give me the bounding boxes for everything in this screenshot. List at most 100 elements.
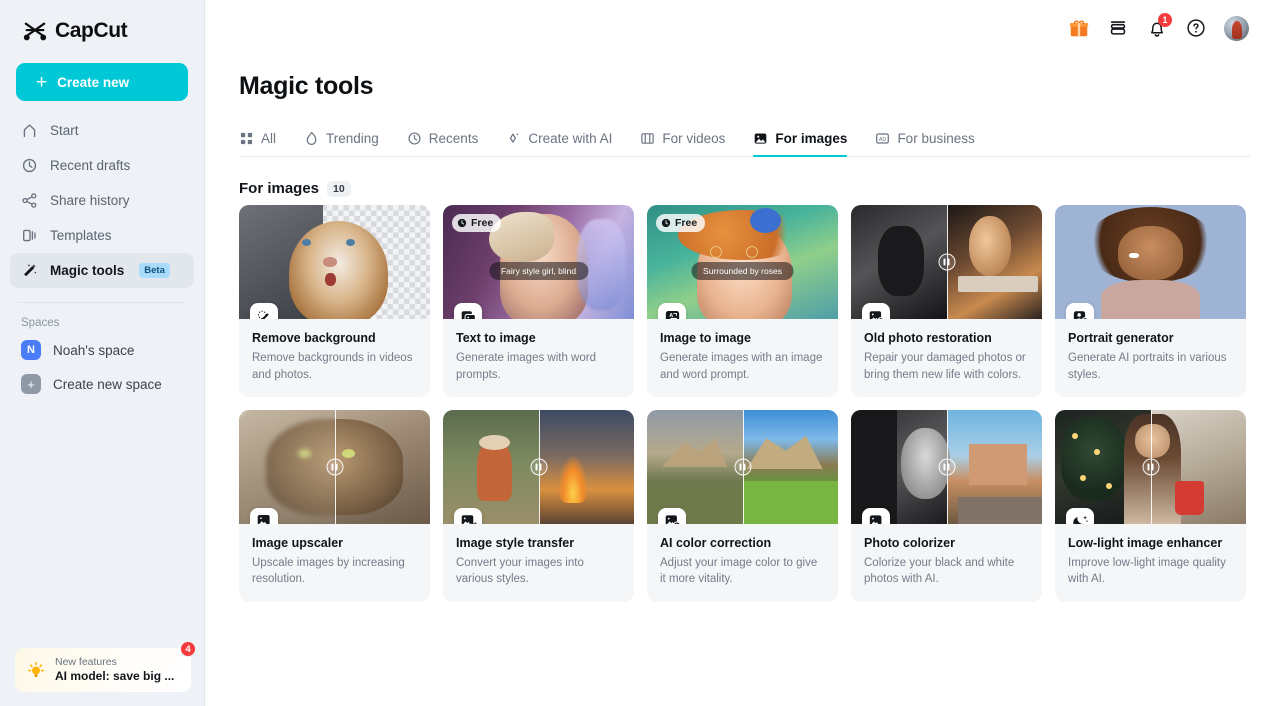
tab-label: For images [775, 131, 848, 146]
tool-card-ai-color-correction[interactable]: AI color correction Adjust your image co… [647, 409, 838, 602]
promo-card[interactable]: New features AI model: save big ... 4 [15, 641, 196, 692]
help-circle-icon[interactable] [1185, 17, 1207, 39]
card-thumbnail [647, 409, 838, 524]
home-icon [23, 124, 36, 138]
tool-card-image-upscaler[interactable]: 4K Image upscaler Upscale images by incr… [239, 409, 430, 602]
tab-recents[interactable]: Recents [393, 131, 493, 156]
card-body: Remove background Remove backgrounds in … [239, 319, 430, 397]
tab-bar: All Trending Recents Create with AI For … [239, 121, 1250, 157]
card-description: Remove backgrounds in videos and photos. [252, 352, 413, 381]
scene-surface [957, 275, 1039, 292]
prompt-pill: Fairy style girl, blind [488, 262, 589, 281]
card-description: Convert your images into various styles. [456, 557, 584, 586]
flame-icon [306, 131, 317, 146]
beta-badge: Beta [139, 263, 170, 278]
section-header: For images 10 [239, 180, 1280, 197]
sidebar-item-label: Recent drafts [50, 158, 131, 173]
sidebar-item-templates[interactable]: Templates [10, 218, 194, 253]
scene-hat [479, 434, 510, 450]
portrait-icon [1073, 310, 1089, 319]
sidebar-item-recent-drafts[interactable]: Recent drafts [10, 148, 194, 183]
comparison-slider-handle[interactable] [734, 458, 751, 476]
card-description: Colorize your black and white photos wit… [864, 557, 1015, 586]
create-new-button[interactable]: + Create new [16, 63, 188, 101]
tool-card-low-light-image-enhancer[interactable]: Low-light image enhancer Improve low-lig… [1055, 409, 1246, 602]
tool-card-remove-background[interactable]: Remove background Remove backgrounds in … [239, 205, 430, 397]
card-body: Low-light image enhancer Improve low-lig… [1055, 524, 1246, 602]
card-body: Image upscaler Upscale images by increas… [239, 524, 430, 602]
tool-card-text-to-image[interactable]: Free Fairy style girl, blind Text to ima… [443, 205, 634, 397]
tool-icon-badge: 4K [250, 507, 278, 524]
page-title: Magic tools [239, 72, 374, 100]
sidebar-item-start[interactable]: Start [10, 113, 194, 148]
create-new-label: Create new [57, 74, 130, 90]
card-body: Portrait generator Generate AI portraits… [1055, 319, 1246, 397]
section-count-badge: 10 [327, 180, 351, 197]
tab-for-images[interactable]: For images [739, 131, 861, 157]
sidebar-item-label: Magic tools [50, 263, 125, 278]
magic-wand-badge-icon [257, 310, 269, 319]
card-title: AI color correction [660, 535, 772, 550]
space-avatar: N [21, 340, 41, 360]
card-description: Generate AI portraits in various styles. [1068, 352, 1227, 381]
comparison-slider-handle[interactable] [1142, 458, 1159, 476]
comparison-slider-handle[interactable] [938, 253, 955, 271]
capcut-logo-icon [23, 22, 47, 41]
tab-for-business[interactable]: AD For business [861, 131, 988, 156]
card-thumbnail [1055, 409, 1246, 524]
tab-trending[interactable]: Trending [290, 131, 393, 156]
prompt-pill: Surrounded by roses [691, 262, 794, 281]
bell-icon-wrapper[interactable]: 1 [1146, 13, 1172, 39]
brand-logo[interactable]: CapCut [0, 0, 204, 43]
tool-card-portrait-generator[interactable]: Portrait generator Generate AI portraits… [1055, 205, 1246, 397]
card-body: Photo colorizer Colorize your black and … [851, 524, 1042, 602]
tab-create-with-ai[interactable]: Create with AI [492, 131, 626, 156]
tool-icon-badge [454, 303, 482, 319]
tab-all[interactable]: All [239, 131, 290, 156]
sidebar-item-label: Share history [50, 193, 130, 208]
main-content: 1 Magic tools All Trending Recents Creat… [205, 0, 1280, 706]
tool-card-image-to-image[interactable]: Free Surrounded by roses A Image to imag… [647, 205, 838, 397]
scene-tree [1060, 416, 1126, 502]
tool-icon-badge [454, 507, 482, 524]
share-icon [22, 193, 37, 208]
tab-label: For videos [662, 131, 726, 146]
sidebar-item-share-history[interactable]: Share history [10, 183, 194, 218]
comparison-slider-handle[interactable] [938, 458, 955, 476]
stacked-images-icon [461, 310, 476, 319]
ad-icon: AD [876, 133, 890, 144]
grid-icon [240, 132, 253, 145]
tool-card-old-photo-restoration[interactable]: Old photo restoration Repair your damage… [851, 205, 1042, 397]
tool-icon-badge [862, 507, 890, 524]
gift-icon[interactable] [1068, 17, 1090, 39]
scene-fire [557, 455, 589, 504]
card-body: Image style transfer Convert your images… [443, 524, 634, 602]
promo-badge-count: 4 [180, 641, 196, 657]
card-body: AI color correction Adjust your image co… [647, 524, 838, 602]
sidebar-create-new-space[interactable]: + Create new space [10, 367, 194, 401]
scene-building [969, 444, 1027, 486]
coin-stack-icon[interactable] [1107, 17, 1129, 39]
sidebar-item-magic-tools[interactable]: Magic tools Beta [10, 253, 194, 288]
scene-car [851, 409, 897, 524]
tool-card-image-style-transfer[interactable]: Image style transfer Convert your images… [443, 409, 634, 602]
scene-lights [1072, 432, 1079, 439]
tool-icon-badge [862, 303, 890, 319]
colorize-icon [869, 515, 884, 524]
tool-icon-badge [1066, 303, 1094, 319]
card-body: Image to image Generate images with an i… [647, 319, 838, 397]
tool-icon-badge [250, 303, 278, 319]
card-title: Text to image [456, 331, 536, 345]
scene-body [1100, 280, 1201, 319]
card-title: Remove background [252, 331, 376, 345]
sidebar-space-noah[interactable]: N Noah's space [10, 333, 194, 367]
tool-icon-badge: A [658, 303, 686, 319]
card-title: Old photo restoration [864, 331, 992, 345]
tab-for-videos[interactable]: For videos [626, 131, 739, 156]
tool-card-photo-colorizer[interactable]: Photo colorizer Colorize your black and … [851, 409, 1042, 602]
comparison-slider-handle[interactable] [326, 458, 343, 476]
card-title: Image to image [660, 331, 751, 345]
scene-blur-half [239, 409, 335, 524]
comparison-slider-handle[interactable] [530, 458, 547, 476]
user-avatar[interactable] [1224, 15, 1249, 41]
